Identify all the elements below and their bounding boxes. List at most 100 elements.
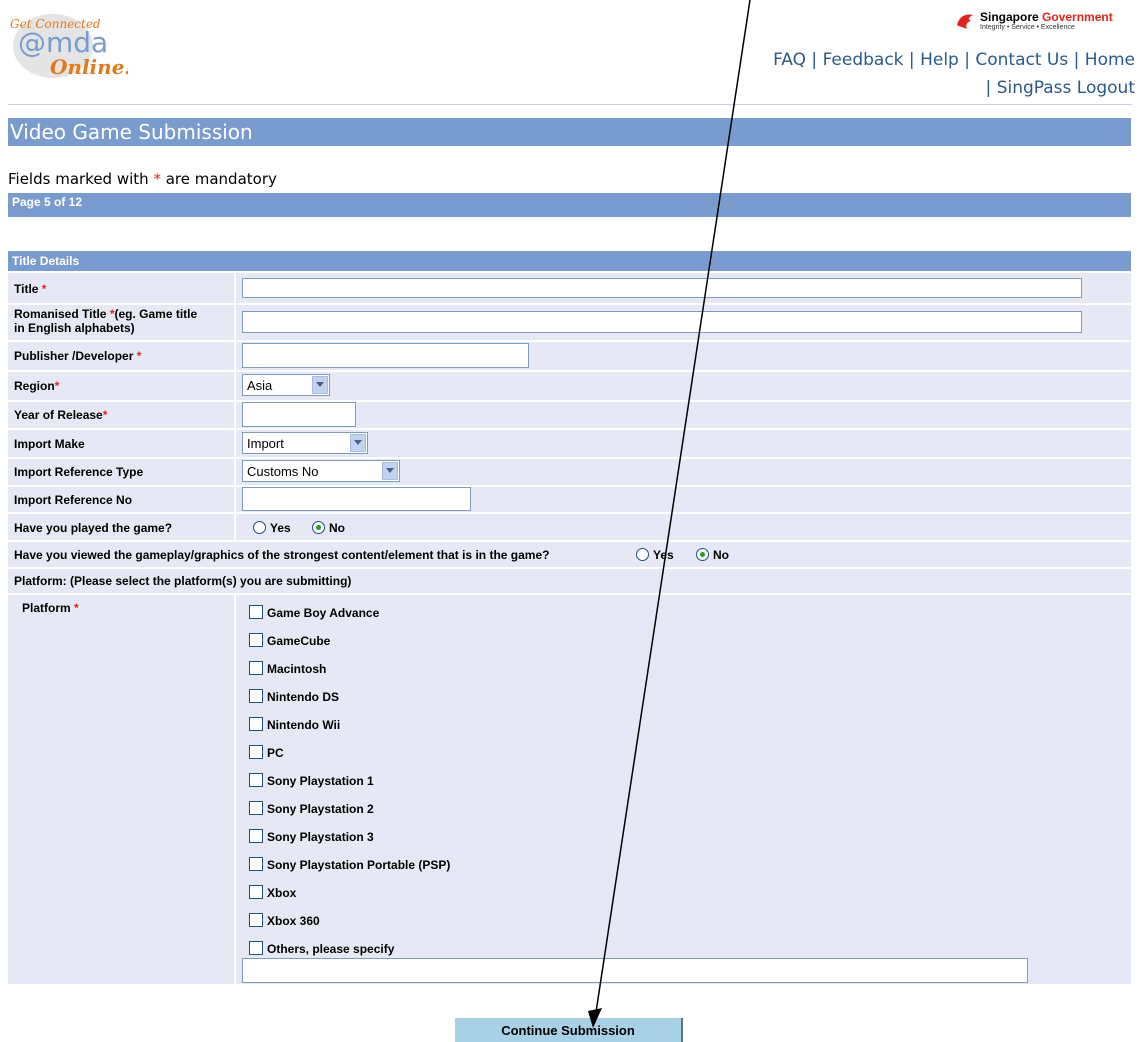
played-game-label: Have you played the game?: [14, 521, 173, 535]
romanised-title-input[interactable]: [242, 311, 1082, 333]
mandatory-text: Fields marked with: [8, 170, 154, 188]
faq-link[interactable]: FAQ: [773, 50, 806, 70]
required-star: *: [153, 170, 161, 188]
platform-checkbox[interactable]: [249, 633, 263, 647]
required-star: *: [54, 379, 60, 393]
viewed-no-label: No: [713, 548, 729, 562]
platform-option-label: Game Boy Advance: [267, 606, 380, 620]
platform-checkbox[interactable]: [249, 885, 263, 899]
continue-submission-button[interactable]: Continue Submission: [455, 1018, 683, 1042]
played-yes-radio[interactable]: [253, 521, 266, 534]
played-no-label: No: [329, 521, 345, 535]
platform-option-label: PC: [267, 746, 284, 760]
viewed-no-radio[interactable]: [696, 548, 709, 561]
region-value: Asia: [247, 378, 273, 393]
feedback-link[interactable]: Feedback: [823, 50, 904, 70]
region-select[interactable]: Asia: [242, 374, 330, 396]
link-separator: |: [985, 78, 997, 98]
section-title: Title Details: [12, 254, 80, 268]
gov-motto: Integrity • Service • Excellence: [980, 23, 1075, 31]
platform-checkbox[interactable]: [249, 605, 263, 619]
help-link[interactable]: Help: [920, 50, 959, 70]
platform-option-label: Xbox 360: [267, 914, 320, 928]
platform-option-label: Macintosh: [267, 662, 327, 676]
mandatory-text-end: are mandatory: [160, 170, 277, 188]
platform-checkbox[interactable]: [249, 773, 263, 787]
page-indicator: Page 5 of 12: [12, 195, 83, 209]
region-label-cell: Region*: [8, 372, 234, 400]
publisher-developer-input[interactable]: [242, 343, 529, 368]
platform-option-label: Nintendo DS: [267, 690, 339, 704]
platform-checkbox[interactable]: [249, 913, 263, 927]
import-make-select[interactable]: Import: [242, 432, 368, 454]
region-value-cell: [236, 372, 1131, 400]
page-title: Video Game Submission: [10, 120, 253, 144]
platform-checkbox[interactable]: [249, 829, 263, 843]
year-value-cell: [236, 402, 1131, 428]
home-link[interactable]: Home: [1085, 50, 1135, 70]
romanised-title-label: Romanised Title: [14, 307, 110, 321]
import-make-value-cell: [236, 430, 1131, 457]
platform-option-label: Sony Playstation 3: [267, 830, 374, 844]
platform-label-cell: Platform *: [8, 595, 234, 984]
platform-checkbox[interactable]: [249, 661, 263, 675]
year-of-release-input[interactable]: [242, 402, 356, 427]
page-title-bar: Video Game Submission: [8, 118, 1131, 146]
required-star: *: [136, 349, 142, 363]
dropdown-arrow-icon[interactable]: [382, 462, 398, 480]
import-reference-no-label: Import Reference No: [14, 493, 133, 507]
platform-option-label: Sony Playstation 2: [267, 802, 374, 816]
import-make-label: Import Make: [14, 437, 85, 451]
romanised-hint-2: in English alphabets): [14, 321, 135, 335]
publisher-label-cell: Publisher /Developer *: [8, 342, 234, 370]
viewed-yes-label: Yes: [653, 548, 674, 562]
page-indicator-bar: Page 5 of 12: [8, 193, 1131, 217]
dropdown-arrow-icon[interactable]: [350, 434, 366, 452]
section-header: Title Details: [8, 251, 1131, 271]
import-make-value: Import: [247, 436, 284, 451]
other-platform-input[interactable]: [242, 958, 1028, 983]
title-label-cell: Title *: [8, 273, 234, 303]
played-no-radio[interactable]: [312, 521, 325, 534]
platform-checkbox[interactable]: [249, 857, 263, 871]
platform-checkbox[interactable]: [249, 941, 263, 955]
link-separator: |: [903, 50, 921, 70]
logo-sub: Online!: [50, 55, 128, 79]
romanised-label-cell: Romanised Title *(eg. Game title in Engli…: [8, 305, 234, 340]
import-reference-type-select[interactable]: Customs No: [242, 460, 400, 482]
platform-option-label: Others, please specify: [267, 942, 395, 956]
mandatory-note: Fields marked with * are mandatory: [8, 170, 277, 188]
platform-label: Platform: [22, 601, 75, 615]
singapore-government-logo: Singapore Government Integrity • Service…: [955, 8, 1113, 34]
mda-logo: Get Connected @mda Online!: [8, 8, 133, 80]
link-separator: |: [958, 50, 976, 70]
import-ref-no-label-cell: Import Reference No: [8, 487, 234, 512]
platform-checkbox[interactable]: [249, 717, 263, 731]
dropdown-arrow-icon[interactable]: [312, 376, 328, 394]
required-star: *: [41, 282, 47, 296]
romanised-hint: (eg. Game title: [114, 307, 198, 321]
link-separator: |: [1068, 50, 1085, 70]
import-reference-type-value: Customs No: [247, 464, 319, 479]
platform-checkbox[interactable]: [249, 801, 263, 815]
top-nav-links: FAQ | Feedback | Help | Contact Us | Hom…: [675, 46, 1135, 102]
import-reference-no-input[interactable]: [242, 487, 471, 511]
played-yes-label: Yes: [270, 521, 291, 535]
viewed-row: Have you viewed the gameplay/graphics of…: [8, 542, 1131, 567]
required-star: *: [102, 408, 108, 422]
gov-name-red: Government: [1042, 9, 1113, 24]
platform-option-label: GameCube: [267, 634, 331, 648]
platform-heading: Platform: (Please select the platform(s)…: [14, 574, 352, 588]
platform-value-cell: [236, 595, 1131, 984]
title-input[interactable]: [242, 278, 1082, 298]
link-separator: |: [806, 50, 823, 70]
region-label: Region: [14, 379, 55, 393]
contact-us-link[interactable]: Contact Us: [975, 50, 1068, 70]
platform-checkbox[interactable]: [249, 689, 263, 703]
year-of-release-label: Year of Release: [14, 408, 103, 422]
singpass-logout-link[interactable]: SingPass Logout: [997, 78, 1135, 98]
platform-checkbox[interactable]: [249, 745, 263, 759]
viewed-yes-radio[interactable]: [636, 548, 649, 561]
played-value-cell: [236, 514, 1131, 540]
import-ref-type-label-cell: Import Reference Type: [8, 459, 234, 485]
